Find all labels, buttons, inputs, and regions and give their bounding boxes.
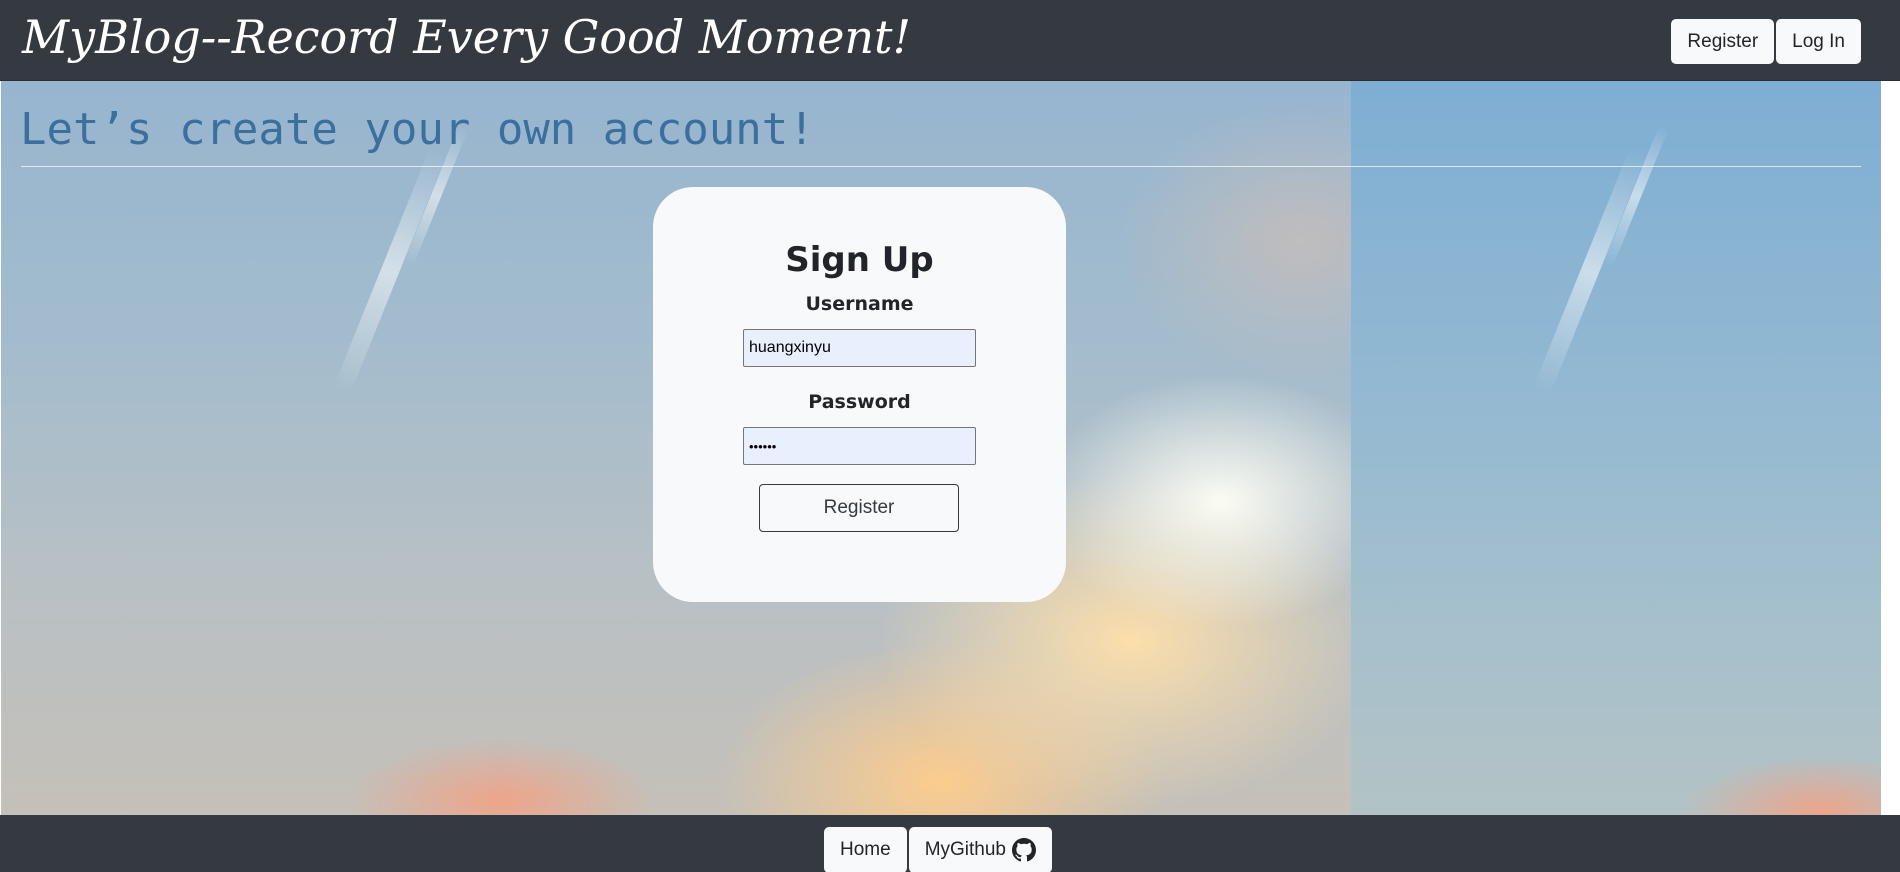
footer-button-group: Home MyGithub bbox=[824, 827, 1052, 872]
form-title: Sign Up bbox=[785, 240, 934, 280]
nav-login-button[interactable]: Log In bbox=[1776, 19, 1861, 64]
footer-github-label: MyGithub bbox=[924, 839, 1006, 860]
heading-divider bbox=[21, 166, 1861, 167]
footer-home-button[interactable]: Home bbox=[824, 827, 907, 872]
signup-card: Sign Up Username Password Register bbox=[653, 187, 1066, 602]
footer-github-button[interactable]: MyGithub bbox=[908, 827, 1052, 872]
password-input[interactable] bbox=[743, 427, 976, 465]
username-label: Username bbox=[805, 293, 914, 315]
footer-home-label: Home bbox=[840, 839, 891, 860]
username-input[interactable] bbox=[743, 329, 976, 367]
page: MyBlog--Record Every Good Moment! Regist… bbox=[0, 0, 1900, 872]
nav-button-group: Register Log In bbox=[1671, 19, 1861, 64]
password-label: Password bbox=[808, 391, 911, 413]
background-sky-right bbox=[1351, 81, 1881, 815]
cloud-streak bbox=[332, 147, 448, 395]
page-heading: Let’s create your own account! bbox=[20, 104, 815, 155]
scrollbar[interactable] bbox=[1881, 81, 1900, 815]
site-brand[interactable]: MyBlog--Record Every Good Moment! bbox=[22, 10, 911, 64]
nav-register-button[interactable]: Register bbox=[1671, 19, 1775, 64]
github-icon bbox=[1012, 838, 1036, 862]
footer-bar: Home MyGithub bbox=[0, 815, 1900, 872]
cloud-streak bbox=[1532, 147, 1648, 395]
top-navbar: MyBlog--Record Every Good Moment! Regist… bbox=[0, 0, 1900, 81]
register-submit-button[interactable]: Register bbox=[759, 484, 959, 532]
